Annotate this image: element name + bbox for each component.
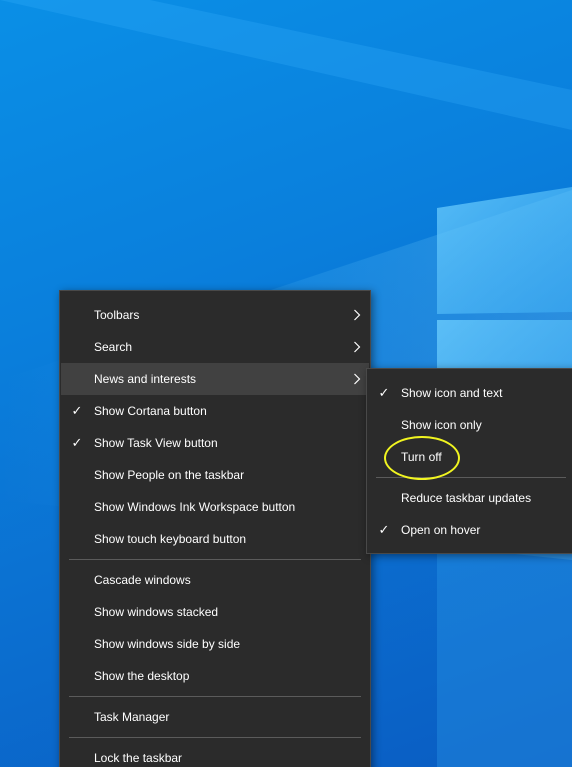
submenu-item-label: Show icon only [401,418,482,432]
menu-item-label: Show Task View button [94,436,218,450]
checkmark-icon: ✓ [71,403,83,418]
menu-item-label: Toolbars [94,308,140,322]
menu-item-show-the-desktop[interactable]: Show the desktop [61,660,369,692]
menu-separator [69,696,361,697]
submenu-item-label: Show icon and text [401,386,503,400]
menu-item-show-people-on-the-taskbar[interactable]: Show People on the taskbar [61,459,369,491]
submenu-item-turn-off[interactable]: Turn off [368,441,572,473]
submenu-item-show-icon-only[interactable]: Show icon only [368,409,572,441]
menu-item-show-windows-ink-workspace-button[interactable]: Show Windows Ink Workspace button [61,491,369,523]
menu-item-label: Search [94,340,133,354]
chevron-right-icon [354,341,361,353]
menu-separator [376,477,566,478]
submenu-item-label: Turn off [401,450,442,464]
checkmark-icon: ✓ [71,435,83,450]
menu-item-cascade-windows[interactable]: Cascade windows [61,564,369,596]
menu-item-label: Show touch keyboard button [94,532,247,546]
menu-item-toolbars[interactable]: Toolbars [61,299,369,331]
menu-item-label: News and interests [94,372,197,386]
menu-item-label: Show Cortana button [94,404,207,418]
chevron-right-icon [354,309,361,321]
menu-item-label: Show Windows Ink Workspace button [94,500,296,514]
menu-item-label: Show People on the taskbar [94,468,245,482]
menu-item-lock-the-taskbar[interactable]: Lock the taskbar [61,742,369,767]
submenu-item-label: Open on hover [401,523,481,537]
menu-item-show-cortana-button[interactable]: ✓ Show Cortana button [61,395,369,427]
menu-item-label: Show the desktop [94,669,190,683]
menu-item-task-manager[interactable]: Task Manager [61,701,369,733]
menu-item-show-windows-side-by-side[interactable]: Show windows side by side [61,628,369,660]
chevron-right-icon [354,373,361,385]
taskbar-context-menu: Toolbars Search News and interests ✓ Show Co… [59,290,371,767]
menu-separator [69,559,361,560]
submenu-item-label: Reduce taskbar updates [401,491,532,505]
menu-item-label: Cascade windows [94,573,191,587]
news-and-interests-submenu: ✓ Show icon and text Show icon only Turn of… [366,368,572,554]
menu-item-label: Show windows stacked [94,605,219,619]
menu-item-label: Task Manager [94,710,170,724]
menu-item-search[interactable]: Search [61,331,369,363]
menu-item-label: Lock the taskbar [94,751,183,765]
submenu-item-show-icon-and-text[interactable]: ✓ Show icon and text [368,377,572,409]
submenu-item-reduce-taskbar-updates[interactable]: Reduce taskbar updates [368,482,572,514]
menu-item-show-task-view-button[interactable]: ✓ Show Task View button [61,427,369,459]
menu-item-show-touch-keyboard-button[interactable]: Show touch keyboard button [61,523,369,555]
menu-separator [69,737,361,738]
checkmark-icon: ✓ [378,385,390,400]
checkmark-icon: ✓ [378,522,390,537]
submenu-item-open-on-hover[interactable]: ✓ Open on hover [368,514,572,546]
menu-item-label: Show windows side by side [94,637,241,651]
menu-item-news-and-interests[interactable]: News and interests [61,363,369,395]
menu-item-show-windows-stacked[interactable]: Show windows stacked [61,596,369,628]
